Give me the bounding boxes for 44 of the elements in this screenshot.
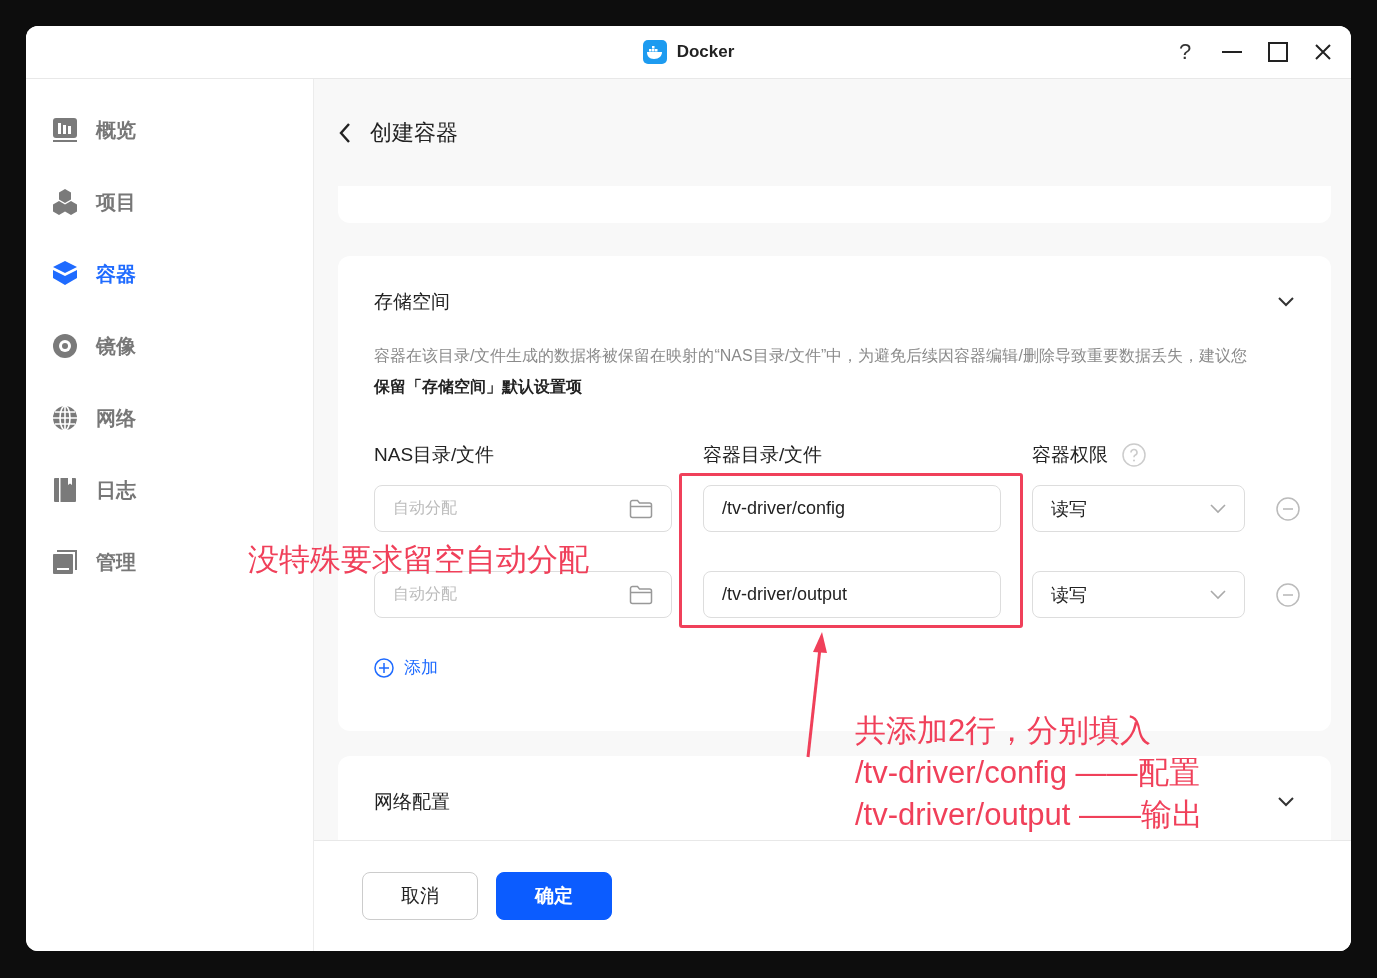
- storage-description: 容器在该目录/文件生成的数据将被保留在映射的“NAS目录/文件”中，为避免后续因容器编辑/删除导致重要数据丢失，建议您保留「存储空间」默认设置项: [374, 346, 1248, 397]
- input-field[interactable]: /tv-driver/output: [703, 571, 1001, 618]
- section-title: 存储空间: [374, 290, 450, 314]
- folder-icon[interactable]: [629, 498, 653, 519]
- input-field[interactable]: /tv-driver/config: [703, 485, 1001, 532]
- permission-dropdown[interactable]: 读写: [1032, 485, 1245, 532]
- cubes-icon: [51, 188, 79, 216]
- window-title: Docker: [676, 42, 735, 62]
- book-icon: [53, 477, 77, 503]
- column-header: 容器目录/文件: [703, 443, 823, 467]
- maximize-icon[interactable]: [1267, 41, 1289, 63]
- cube-icon: [51, 260, 79, 288]
- column-header: 容器权限: [1032, 443, 1108, 467]
- permission-dropdown[interactable]: 读写: [1032, 571, 1245, 618]
- sidebar-item[interactable]: 项目: [26, 166, 156, 238]
- chart-icon: [52, 117, 78, 143]
- page-title: 创建容器: [370, 118, 458, 147]
- section-title: 网络配置: [374, 790, 450, 814]
- sidebar-item[interactable]: 日志: [26, 454, 156, 526]
- annotation-note: /tv-driver/config ——配置: [855, 754, 1200, 792]
- annotation-note: 共添加2行，分别填入: [855, 712, 1152, 750]
- sidebar-item[interactable]: 网络: [26, 382, 156, 454]
- sidebar-item[interactable]: 管理: [26, 526, 156, 598]
- back-icon[interactable]: [338, 121, 352, 144]
- chevron-down-icon[interactable]: [1277, 296, 1295, 308]
- app-icon: [642, 40, 667, 64]
- sidebar-item[interactable]: 概览: [26, 94, 156, 166]
- column-header: NAS目录/文件: [374, 443, 495, 467]
- close-icon[interactable]: [1313, 42, 1333, 62]
- panel-icon: [52, 549, 78, 575]
- sidebar-item[interactable]: 容器: [26, 238, 156, 310]
- chevron-down-icon: [1210, 589, 1226, 600]
- sidebar-item[interactable]: 镜像: [26, 310, 156, 382]
- help-button[interactable]: ?: [1173, 39, 1197, 65]
- annotation-note: /tv-driver/output ——输出: [855, 796, 1203, 834]
- chevron-down-icon: [1210, 503, 1226, 514]
- add-link[interactable]: 添加: [374, 656, 438, 679]
- cancel-button[interactable]: 取消: [362, 872, 478, 920]
- confirm-button[interactable]: 确定: [496, 872, 612, 920]
- globe-icon: [52, 405, 78, 431]
- plus-circle-icon: [374, 657, 394, 678]
- folder-icon[interactable]: [629, 584, 653, 605]
- chevron-down-icon[interactable]: [1277, 796, 1295, 808]
- disc-icon: [52, 333, 78, 359]
